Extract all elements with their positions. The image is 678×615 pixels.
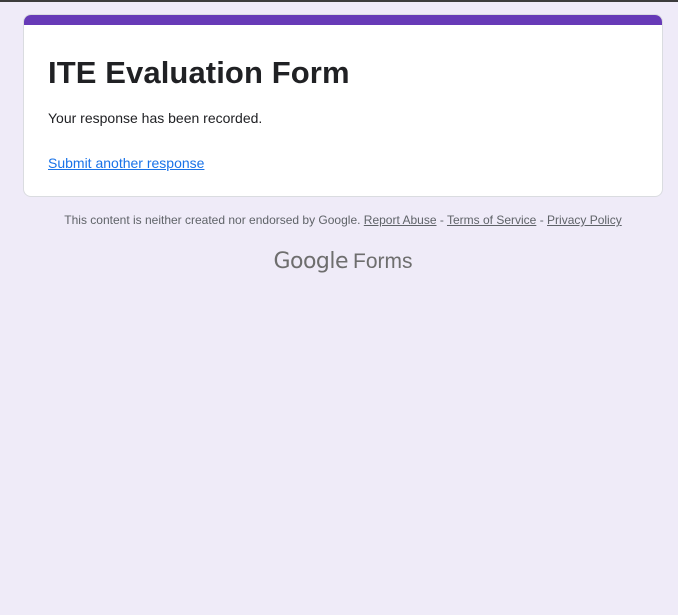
terms-of-service-link[interactable]: Terms of Service — [447, 213, 536, 227]
card-accent-bar — [24, 15, 662, 25]
forms-wordmark: Forms — [353, 250, 413, 273]
footer-separator: - — [539, 213, 548, 227]
footer-disclaimer: This content is neither created nor endo… — [0, 213, 678, 227]
confirmation-message: Your response has been recorded. — [48, 110, 263, 126]
disclaimer-text: This content is neither created nor endo… — [64, 213, 364, 227]
privacy-policy-link[interactable]: Privacy Policy — [547, 213, 622, 227]
footer-separator: - — [439, 213, 447, 227]
google-wordmark: Google — [273, 249, 349, 274]
submit-another-response-link[interactable]: Submit another response — [48, 155, 204, 171]
form-title: ITE Evaluation Form — [48, 55, 350, 90]
report-abuse-link[interactable]: Report Abuse — [364, 213, 437, 227]
google-forms-logo[interactable]: Google Forms — [0, 249, 678, 274]
confirmation-card: ITE Evaluation Form Your response has be… — [23, 14, 663, 197]
